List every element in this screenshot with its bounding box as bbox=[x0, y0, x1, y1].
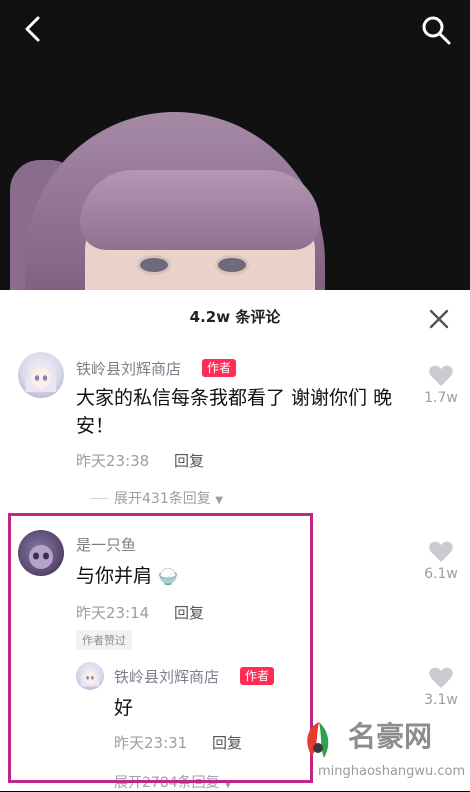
video-eye-left bbox=[140, 258, 168, 272]
like-count: 6.1w bbox=[424, 566, 458, 582]
highlight-box bbox=[8, 513, 313, 783]
comment-time: 昨天23:38 bbox=[76, 452, 150, 470]
comment-text-line2: 安！ bbox=[76, 415, 115, 437]
watermark-logo-icon bbox=[307, 722, 329, 758]
avatar[interactable] bbox=[18, 352, 64, 398]
heart-icon[interactable] bbox=[428, 364, 454, 388]
comment-text-line1: 大家的私信每条我都看了 谢谢你们 晚 bbox=[76, 387, 393, 409]
reply-button[interactable]: 回复 bbox=[174, 450, 204, 471]
video-frame bbox=[0, 0, 470, 290]
expand-replies-button[interactable]: 展开431条回复 ▼ bbox=[114, 488, 223, 508]
watermark-name: 名豪网 bbox=[348, 720, 433, 753]
back-arrow-icon[interactable] bbox=[18, 14, 48, 44]
search-icon[interactable] bbox=[420, 14, 452, 46]
close-icon[interactable] bbox=[426, 306, 452, 332]
comments-sheet: 4.2w 条评论 铁岭县刘辉商店 作者 大家的私信每条我都看了 谢谢你们 晚 安… bbox=[0, 290, 470, 791]
comments-count-title: 4.2w 条评论 bbox=[189, 308, 281, 326]
watermark-url: minghaoshangwu.com bbox=[318, 764, 466, 779]
author-tag: 作者 bbox=[202, 359, 237, 377]
like-count: 1.7w bbox=[424, 390, 458, 406]
expand-divider bbox=[90, 498, 108, 499]
like-count: 3.1w bbox=[424, 692, 458, 708]
heart-icon[interactable] bbox=[428, 666, 454, 690]
expand-replies-label: 展开431条回复 bbox=[114, 491, 211, 507]
comment-username[interactable]: 铁岭县刘辉商店 bbox=[76, 358, 181, 379]
heart-icon[interactable] bbox=[428, 540, 454, 564]
video-bangs-shape bbox=[80, 170, 320, 250]
chevron-down-icon: ▼ bbox=[215, 495, 223, 506]
avatar-anime-icon bbox=[25, 360, 57, 392]
video-eye-right bbox=[218, 258, 246, 272]
